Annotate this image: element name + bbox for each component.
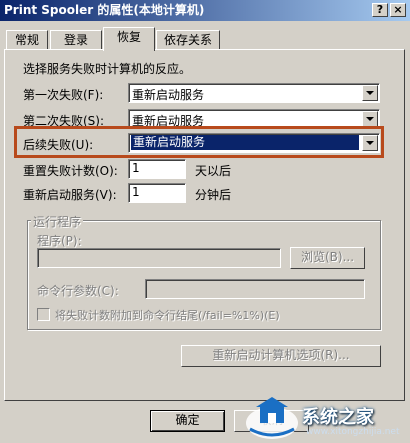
intro-text: 选择服务失败时计算机的反应。: [23, 62, 192, 76]
watermark-name: 系统之家: [302, 407, 374, 428]
title-bar: Print Spooler 的属性(本地计算机) ? ×: [0, 0, 410, 21]
restart-computer-options-button[interactable]: 重新启动计算机选项(R)...: [181, 345, 381, 367]
browse-button[interactable]: 浏览(B)...: [290, 247, 365, 269]
recovery-panel: 选择服务失败时计算机的反应。 第一次失败(F): 重新启动服务 第二次失败(S)…: [4, 49, 405, 401]
chevron-down-icon[interactable]: [362, 85, 378, 101]
first-failure-combo[interactable]: 重新启动服务: [128, 83, 380, 103]
watermark-logo-icon: [246, 397, 298, 439]
first-failure-label: 第一次失败(F):: [23, 88, 104, 102]
reset-count-input[interactable]: 1: [128, 159, 186, 179]
params-label: 命令行参数(C):: [37, 284, 119, 298]
append-fail-checkbox[interactable]: [37, 308, 50, 321]
watermark: 系统之家 www.xitongzhijia.net: [240, 393, 410, 443]
restart-service-unit: 分钟后: [195, 188, 232, 202]
append-fail-label: 将失败计数附加到命令行结尾(/fail=%1%)(E): [55, 309, 280, 322]
highlight-box: [14, 126, 384, 158]
close-button[interactable]: ×: [390, 3, 406, 17]
tab-logon[interactable]: 登录: [50, 30, 102, 49]
reset-count-unit: 天以后: [195, 164, 232, 178]
params-input[interactable]: [145, 279, 365, 299]
reset-count-label: 重置失败计数(O):: [23, 164, 118, 178]
ok-button[interactable]: 确定: [150, 410, 225, 432]
chevron-down-icon[interactable]: [362, 111, 378, 127]
program-label: 程序(P):: [37, 234, 82, 248]
first-failure-value: 重新启动服务: [132, 88, 205, 102]
program-input[interactable]: [37, 248, 281, 268]
help-button[interactable]: ?: [372, 3, 388, 17]
tab-general[interactable]: 常规: [6, 30, 48, 49]
restart-service-input[interactable]: 1: [128, 183, 186, 203]
tab-recovery[interactable]: 恢复: [103, 27, 155, 51]
watermark-url: www.xitongzhijia.net: [306, 427, 400, 437]
window-title: Print Spooler 的属性(本地计算机): [4, 3, 205, 17]
run-program-title: 运行程序: [31, 213, 84, 230]
tab-dependencies[interactable]: 依存关系: [156, 30, 220, 49]
restart-service-label: 重新启动服务(V):: [23, 188, 117, 202]
